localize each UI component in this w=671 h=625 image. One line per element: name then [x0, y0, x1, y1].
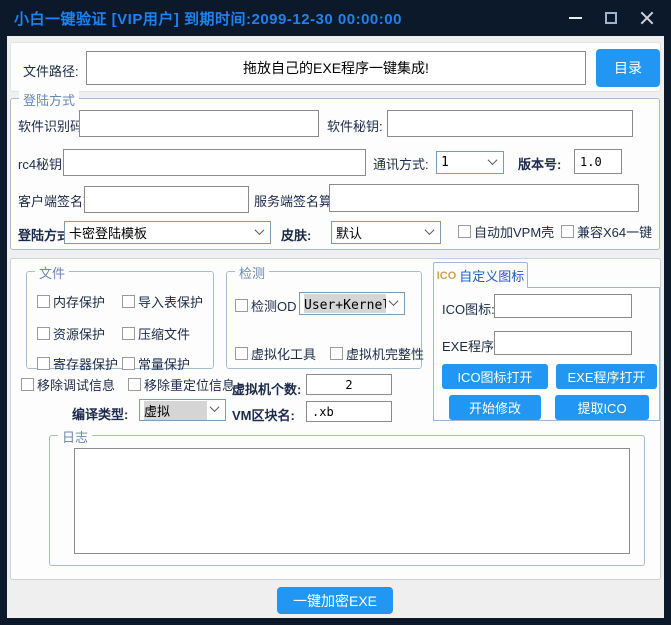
file-path-label: 文件路径: — [23, 61, 79, 80]
file-protect-group: 文件 内存保护 导入表保护 资源保护 压缩文件 — [26, 271, 214, 369]
chevron-down-icon — [255, 225, 265, 235]
auto-vpm-checkbox[interactable]: 自动加VPM壳 — [458, 222, 554, 241]
titlebar: 小白一键验证 [VIP用户] 到期时间:2099-12-30 00:00:00 — [0, 0, 671, 36]
file-path-input[interactable] — [86, 51, 586, 85]
checkbox-box — [235, 347, 248, 360]
checkbox-box — [128, 378, 141, 391]
vm-count-input[interactable] — [306, 374, 392, 395]
checkbox-box — [21, 378, 34, 391]
checkbox-box — [561, 225, 574, 238]
skin-label: 皮肤: — [281, 225, 311, 244]
checkbox-box — [330, 347, 343, 360]
server-sign-input[interactable] — [329, 184, 639, 212]
comm-mode-select[interactable]: 1 — [436, 151, 504, 174]
checkbox-box — [37, 295, 50, 308]
detect-group-title: 检测 — [235, 263, 269, 282]
rc4-key-input[interactable] — [63, 149, 366, 176]
maximize-icon — [605, 12, 617, 24]
log-group: 日志 — [49, 435, 645, 566]
open-ico-button[interactable]: ICO图标打开 — [442, 364, 548, 389]
remove-reloc-checkbox[interactable]: 移除重定位信息 — [128, 375, 235, 394]
minimize-button[interactable] — [557, 0, 593, 36]
comm-mode-label: 通讯方式: — [373, 154, 429, 173]
minimize-icon — [569, 17, 582, 19]
chevron-down-icon — [389, 296, 399, 306]
file-group-title: 文件 — [35, 263, 69, 282]
checkbox-box — [122, 327, 135, 340]
virtualization-tool-checkbox[interactable]: 虚拟化工具 — [235, 344, 316, 363]
checkbox-box — [37, 357, 50, 370]
software-key-label: 软件秘钥: — [327, 116, 383, 135]
extract-ico-button[interactable]: 提取ICO — [555, 395, 649, 420]
vm-count-label: 虚拟机个数: — [232, 379, 301, 398]
x64-compat-checkbox[interactable]: 兼容X64一键 — [561, 222, 652, 241]
checkbox-box — [458, 225, 471, 238]
detect-od-mode-value: User+Kernel-模 — [304, 294, 386, 313]
chevron-down-icon — [210, 402, 220, 412]
detect-od-checkbox[interactable]: 检测OD — [235, 296, 297, 315]
resource-protect-checkbox[interactable]: 资源保护 — [37, 324, 105, 343]
detect-group: 检测 检测OD User+Kernel-模 虚拟化工具 虚拟机完整性 — [226, 271, 422, 369]
app-window: 小白一键验证 [VIP用户] 到期时间:2099-12-30 00:00:00 … — [0, 0, 671, 625]
close-icon — [640, 11, 654, 25]
skin-select[interactable]: 默认 — [331, 221, 441, 244]
log-textarea[interactable] — [74, 448, 630, 554]
version-input[interactable] — [574, 149, 622, 174]
protection-panel: 文件 内存保护 导入表保护 资源保护 压缩文件 — [10, 258, 661, 580]
login-group-title: 登陆方式 — [19, 90, 79, 109]
maximize-button[interactable] — [593, 0, 629, 36]
vm-integrity-checkbox[interactable]: 虚拟机完整性 — [330, 344, 424, 363]
ico-path-label: ICO图标: — [442, 299, 495, 318]
constant-protect-checkbox[interactable]: 常量保护 — [122, 354, 190, 373]
close-button[interactable] — [629, 0, 665, 36]
compile-type-label: 编译类型: — [72, 404, 128, 423]
encrypt-exe-button[interactable]: 一键加密EXE — [277, 587, 393, 614]
login-mode-value: 卡密登陆模板 — [69, 223, 252, 242]
software-id-input[interactable] — [79, 110, 319, 137]
chevron-down-icon — [488, 155, 498, 165]
compile-type-value: 虚拟 — [144, 401, 207, 420]
compile-type-select[interactable]: 虚拟 — [139, 399, 226, 421]
memory-protect-checkbox[interactable]: 内存保护 — [37, 292, 105, 311]
window-title: 小白一键验证 [VIP用户] 到期时间:2099-12-30 00:00:00 — [14, 8, 402, 29]
vm-section-input[interactable] — [306, 401, 392, 422]
client-area: 文件路径: 目录 登陆方式 软件识别码: 软件秘钥: rc4秘钥: 通讯方式: … — [7, 36, 664, 618]
chevron-down-icon — [425, 225, 435, 235]
remove-debug-checkbox[interactable]: 移除调试信息 — [21, 375, 115, 394]
start-modify-button[interactable]: 开始修改 — [449, 395, 541, 420]
window-controls — [557, 0, 665, 36]
file-path-panel: 文件路径: 目录 — [10, 42, 661, 92]
checkbox-box — [122, 295, 135, 308]
ico-path-input[interactable] — [494, 294, 632, 318]
software-id-label: 软件识别码: — [18, 116, 87, 135]
exe-path-input[interactable] — [494, 331, 632, 355]
software-key-input[interactable] — [387, 110, 633, 137]
ico-badge: ICO — [437, 270, 457, 282]
custom-icon-panel: ICO图标: EXE程序: ICO图标打开 EXE程序打开 开始修改 提取ICO — [433, 287, 660, 421]
login-group: 登陆方式 软件识别码: 软件秘钥: rc4秘钥: 通讯方式: 1 版本号: 客户… — [10, 98, 660, 250]
compress-file-checkbox[interactable]: 压缩文件 — [122, 324, 190, 343]
version-label: 版本号: — [518, 154, 561, 173]
skin-value: 默认 — [336, 223, 422, 242]
open-exe-button[interactable]: EXE程序打开 — [556, 364, 657, 389]
checkbox-box — [235, 299, 248, 312]
custom-icon-tab[interactable]: ICO 自定义图标 — [433, 262, 528, 288]
directory-button[interactable]: 目录 — [596, 49, 660, 87]
rc4-key-label: rc4秘钥: — [18, 154, 66, 173]
vm-section-label: VM区块名: — [232, 405, 295, 424]
client-sign-input[interactable] — [84, 186, 249, 213]
detect-od-mode-select[interactable]: User+Kernel-模 — [299, 292, 405, 315]
import-table-protect-checkbox[interactable]: 导入表保护 — [122, 292, 203, 311]
checkbox-box — [122, 357, 135, 370]
log-group-title: 日志 — [58, 427, 92, 446]
exe-path-label: EXE程序: — [442, 336, 498, 355]
register-protect-checkbox[interactable]: 寄存器保护 — [37, 354, 118, 373]
custom-icon-tab-label: 自定义图标 — [459, 266, 524, 285]
login-mode-select[interactable]: 卡密登陆模板 — [64, 221, 271, 244]
comm-mode-value: 1 — [441, 155, 485, 170]
checkbox-box — [37, 327, 50, 340]
